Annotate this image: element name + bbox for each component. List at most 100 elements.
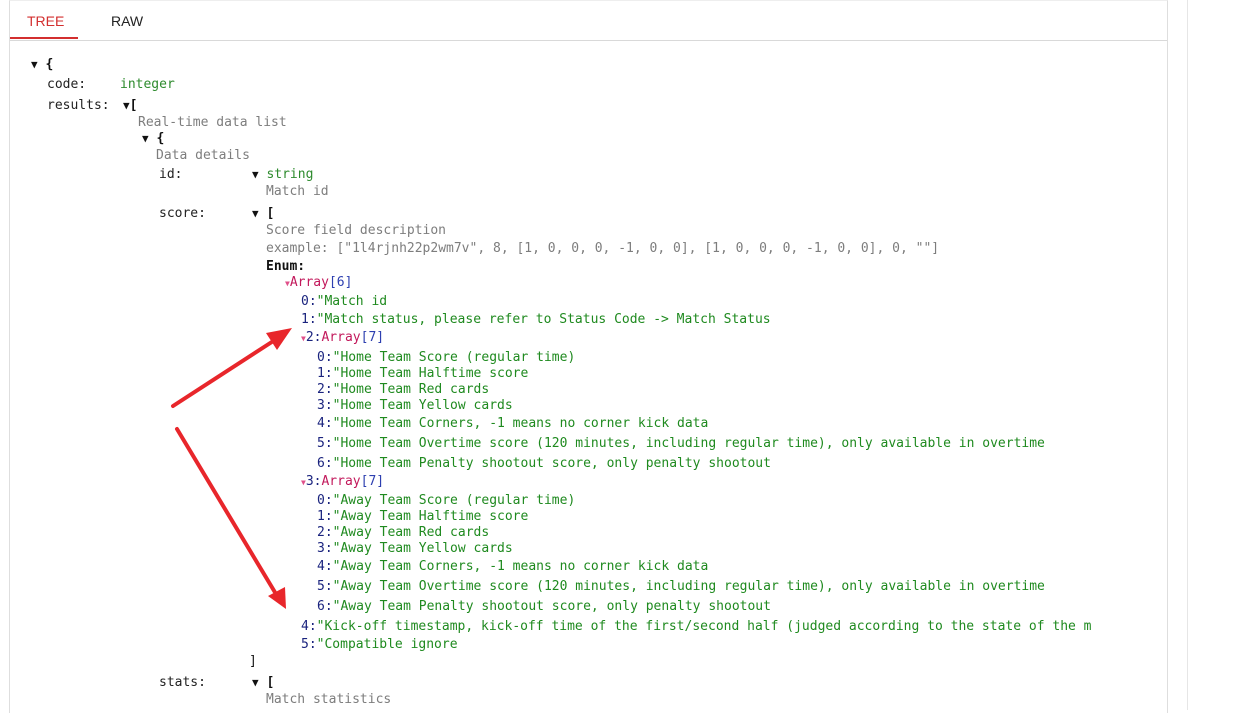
id-type: string xyxy=(266,167,314,182)
code-key: code: xyxy=(47,77,87,92)
stats-description: Match statistics xyxy=(266,691,391,708)
caret-down-icon[interactable]: ▼ xyxy=(31,58,38,71)
away-array-node: ▼3:Array[7] xyxy=(301,473,384,491)
item-index: 3: xyxy=(305,474,322,489)
item-text: "Away Team Yellow cards xyxy=(332,541,513,556)
item-text: "Home Team Red cards xyxy=(332,382,490,397)
list-item: 0:"Away Team Score (regular time) xyxy=(317,492,575,509)
item-text: "Away Team Corners, -1 means no corner k… xyxy=(332,559,709,574)
tab-raw[interactable]: RAW xyxy=(111,13,143,29)
caret-down-icon[interactable]: ▼ xyxy=(123,99,130,112)
item-index: 3: xyxy=(317,541,333,556)
list-item: 1:"Away Team Halftime score xyxy=(317,508,528,525)
root-open-brace: { xyxy=(45,57,54,72)
example-label: example: xyxy=(266,241,329,256)
score-open-bracket: [ xyxy=(266,206,275,221)
score-example: example: ["1l4rjnh22p2wm7v", 8, [1, 0, 0… xyxy=(266,240,939,257)
code-field: code: xyxy=(47,76,86,93)
list-item: 1:"Match status, please refer to Status … xyxy=(301,311,771,328)
id-field: id: xyxy=(159,166,182,183)
item-index: 0: xyxy=(317,350,333,365)
item-index: 5: xyxy=(301,637,317,652)
enum-label: Enum: xyxy=(266,259,306,274)
caret-down-icon[interactable]: ▼ xyxy=(142,132,149,145)
item-text: "Away Team Halftime score xyxy=(332,509,529,524)
score-desc-text: Score field description xyxy=(266,223,447,238)
list-item: 3:"Home Team Yellow cards xyxy=(317,397,513,414)
item-index: 1: xyxy=(317,366,333,381)
stats-node: ▼ [ xyxy=(252,674,274,691)
id-desc-text: Match id xyxy=(266,184,329,199)
item-index: 1: xyxy=(301,312,317,327)
list-item: 5:"Home Team Overtime score (120 minutes… xyxy=(317,435,1045,452)
score-description: Score field description xyxy=(266,222,446,239)
list-item: 1:"Home Team Halftime score xyxy=(317,365,528,382)
item-text: "Home Team Score (regular time) xyxy=(332,350,576,365)
item-index: 4: xyxy=(317,559,333,574)
root-node: ▼ { xyxy=(31,56,53,73)
score-field: score: xyxy=(159,205,206,222)
item-index: 2: xyxy=(317,525,333,540)
stats-key: stats: xyxy=(159,675,206,690)
item-index: 1: xyxy=(317,509,333,524)
id-type-row: ▼ string xyxy=(252,166,313,183)
item-index: 3: xyxy=(317,398,333,413)
item-text: "Away Team Red cards xyxy=(332,525,490,540)
results-key: results: xyxy=(47,98,110,113)
list-item: 4:"Kick-off timestamp, kick-off time of … xyxy=(301,618,1092,635)
item-index: 6: xyxy=(317,599,333,614)
score-close-row: ] xyxy=(249,653,257,670)
item-text: "Match status, please refer to Status Co… xyxy=(316,312,771,327)
results-open-bracket: [ xyxy=(129,98,138,113)
schema-panel: TREE RAW ▼ { code: integer results: ▼[ R… xyxy=(9,0,1168,713)
code-type: integer xyxy=(120,77,175,92)
results-field: results: xyxy=(47,97,110,114)
tab-tree[interactable]: TREE xyxy=(27,13,64,29)
item-text: "Match id xyxy=(316,294,388,309)
list-item: 2:"Away Team Red cards xyxy=(317,524,489,541)
away-array-count: [7] xyxy=(360,474,385,489)
home-array-name: Array xyxy=(321,330,361,345)
list-item: 0:"Home Team Score (regular time) xyxy=(317,349,575,366)
item-text: "Kick-off timestamp, kick-off time of th… xyxy=(316,619,1092,634)
right-divider xyxy=(1187,0,1188,710)
list-item: 5:"Compatible ignore xyxy=(301,636,458,653)
list-item: 0:"Match id xyxy=(301,293,387,310)
item-index: 5: xyxy=(317,436,333,451)
score-key: score: xyxy=(159,206,206,221)
id-description: Match id xyxy=(266,183,329,200)
list-item: 2:"Home Team Red cards xyxy=(317,381,489,398)
results-desc-text: Real-time data list xyxy=(138,115,287,130)
item-text: "Home Team Overtime score (120 minutes, … xyxy=(332,436,1045,451)
item-index: 2: xyxy=(317,382,333,397)
code-type-row: integer xyxy=(120,76,175,93)
item-desc-text: Data details xyxy=(156,148,250,163)
enum-array-node: ▼Array[6] xyxy=(285,274,352,292)
stats-open-bracket: [ xyxy=(266,675,275,690)
caret-down-icon[interactable]: ▼ xyxy=(252,676,259,689)
list-item: 4:"Home Team Corners, -1 means no corner… xyxy=(317,415,708,432)
list-item: 6:"Home Team Penalty shootout score, onl… xyxy=(317,455,771,472)
enum-array-count: [6] xyxy=(328,275,353,290)
id-key: id: xyxy=(159,167,183,182)
list-item: 5:"Away Team Overtime score (120 minutes… xyxy=(317,578,1045,595)
list-item: 4:"Away Team Corners, -1 means no corner… xyxy=(317,558,708,575)
item-text: "Away Team Score (regular time) xyxy=(332,493,576,508)
item-index: 2: xyxy=(305,330,322,345)
item-index: 6: xyxy=(317,456,333,471)
list-item: 3:"Away Team Yellow cards xyxy=(317,540,513,557)
score-close-bracket: ] xyxy=(249,654,257,669)
item-text: "Away Team Penalty shootout score, only … xyxy=(332,599,771,614)
caret-down-icon[interactable]: ▼ xyxy=(252,168,259,181)
item-text: "Away Team Overtime score (120 minutes, … xyxy=(332,579,1045,594)
item-node: ▼ { xyxy=(142,130,164,147)
item-text: "Home Team Penalty shootout score, only … xyxy=(332,456,771,471)
item-index: 0: xyxy=(301,294,317,309)
caret-down-icon[interactable]: ▼ xyxy=(252,207,259,220)
stats-desc-text: Match statistics xyxy=(266,692,392,707)
results-node: ▼[ xyxy=(123,97,137,114)
list-item: 6:"Away Team Penalty shootout score, onl… xyxy=(317,598,771,615)
enum-label-row: Enum: xyxy=(266,258,305,275)
score-node: ▼ [ xyxy=(252,205,274,222)
item-text: "Home Team Halftime score xyxy=(332,366,529,381)
